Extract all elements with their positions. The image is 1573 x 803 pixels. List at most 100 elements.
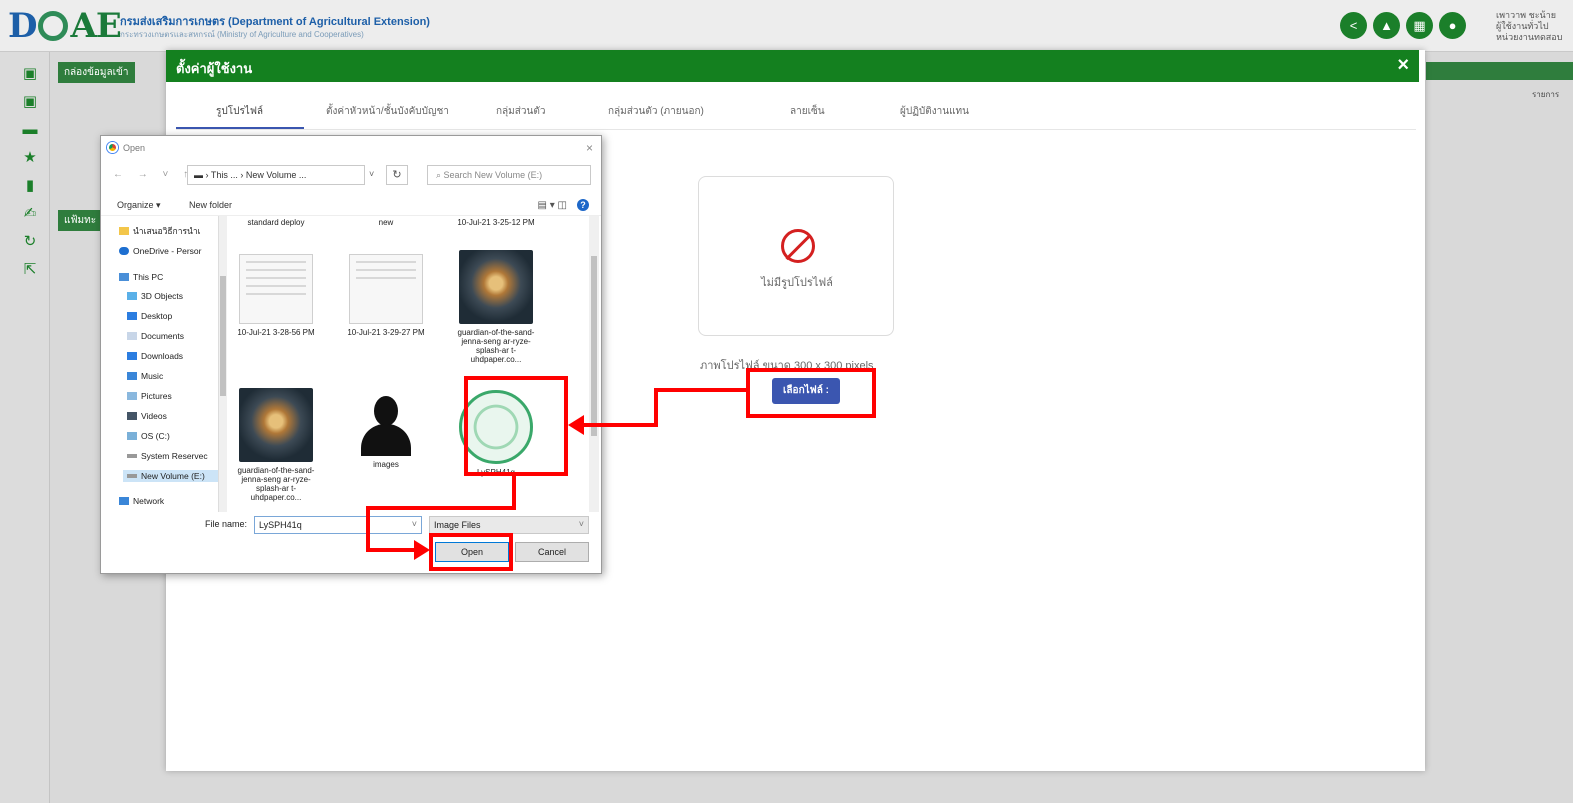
nav-item-this-pc[interactable]: This PC [119,272,163,282]
top-header: D AE กรมส่งเสริมการเกษตร (Department of A… [0,0,1573,52]
music-icon [127,372,137,380]
inbox-icon[interactable]: ▣ [22,66,38,82]
nav-item-music[interactable]: Music [127,371,163,381]
nav-item-pictures[interactable]: Pictures [127,391,172,401]
document-icon [127,332,137,340]
right-column-label: รายการ [1532,90,1560,99]
highlight-open-button [429,533,513,571]
annotation-arrow [366,506,370,552]
tab-external-groups[interactable]: กลุ่มส่วนตัว (ภายนอก) [608,104,704,119]
cancel-button[interactable]: Cancel [515,542,589,562]
file-item-top[interactable]: new [341,218,431,227]
highlight-selected-file [464,376,568,476]
doae-logo: D AE [8,6,122,46]
nav-item-desktop[interactable]: Desktop [127,311,172,321]
nav-item-new-volume[interactable]: New Volume (E:) [123,470,219,482]
annotation-arrow [654,388,748,392]
folder-tab[interactable]: แฟ้มทะ [58,210,103,231]
bell-icon[interactable]: ▲ [1373,12,1400,39]
cube-icon [127,292,137,300]
nav-item-os-c[interactable]: OS (C:) [127,431,170,441]
folder-icon[interactable]: ▬ [22,122,38,138]
tab-profile-picture[interactable]: รูปโปรไฟล์ [216,104,263,119]
share-icon[interactable]: < [1340,12,1367,39]
nav-item-3d-objects[interactable]: 3D Objects [127,291,183,301]
outbox-icon[interactable]: ▣ [22,94,38,110]
chrome-icon [107,142,118,153]
drive-icon [127,454,137,458]
file-item-top[interactable]: standard deploy [231,218,321,227]
file-name-field[interactable]: LySPH41q ˅ [254,516,422,534]
cloud-icon [119,247,129,255]
highlight-choose-file [746,368,876,418]
left-sidebar: ▣ ▣ ▬ ★ ▮ ✍ ↻ ⇱ [0,52,50,803]
annotation-arrow [582,423,658,427]
tab-delegate[interactable]: ผู้ปฏิบัติงานแทน [900,104,969,119]
nav-item-network[interactable]: Network [119,496,164,506]
nav-item-folder[interactable]: นำเสนอวิธีการนำเ [119,224,201,238]
organize-menu[interactable]: Organize ▾ [117,200,161,211]
desktop-icon [127,312,137,320]
nav-item-downloads[interactable]: Downloads [127,351,183,361]
nav-item-documents[interactable]: Documents [127,331,184,341]
file-item[interactable]: guardian-of-the-sand-jenna-seng ar-ryze-… [231,388,321,502]
nav-arrows[interactable]: ← → ˅ ↑ [113,169,194,180]
view-options-icon[interactable]: ▤ ▾ ◫ [538,200,567,211]
new-folder-button[interactable]: New folder [189,200,232,210]
dialog-toolbar: Organize ▾ New folder ▤ ▾ ◫ ? [101,196,601,216]
modal-header: ตั้งค่าผู้ใช้งาน × [166,50,1419,82]
no-image-icon [781,229,815,263]
chevron-down-icon: ˅ [578,519,584,529]
org-name-en: กระทรวงเกษตรและสหกรณ์ (Ministry of Agric… [120,30,364,39]
settings-tabs: รูปโปรไฟล์ ตั้งค่าหัวหน้า/ชั้นบังคับบัญช… [176,94,1416,130]
help-icon[interactable]: ? [577,199,589,211]
file-type-select[interactable]: Image Files ˅ [429,516,589,534]
address-bar[interactable]: ▬ › This ... › New Volume ... [187,165,365,185]
user-info[interactable]: เพาวาพ ชะน้าย ผู้ใช้งานทั่วไป หน่วยงานทด… [1496,10,1562,43]
apps-icon[interactable]: ▦ [1406,12,1433,39]
annotation-arrow [366,506,516,510]
star-icon[interactable]: ★ [22,150,38,166]
arrow-head-icon [568,415,584,435]
drive-icon [127,474,137,478]
modal-close-icon[interactable]: × [1397,54,1409,77]
nav-scrollbar[interactable] [218,216,227,512]
dialog-close-icon[interactable]: × [586,141,593,155]
file-thumbnail [239,254,313,324]
file-item[interactable]: guardian-of-the-sand-jenna-seng ar-ryze-… [451,250,541,364]
nav-item-system-reserved[interactable]: System Reservec [127,451,208,461]
right-header-strip [1426,62,1573,80]
inbox-tab[interactable]: กล่องข้อมูลเข้า [58,62,135,83]
file-item[interactable]: 10-Jul-21 3-29-27 PM [341,254,431,337]
tab-signature[interactable]: ลายเซ็น [790,104,825,119]
file-item[interactable]: 10-Jul-21 3-28-56 PM [231,254,321,337]
file-thumbnail [239,388,313,462]
person-silhouette-icon [357,394,415,456]
profile-picture-box: ไม่มีรูปโปรไฟล์ [698,176,894,336]
file-thumbnail [349,254,423,324]
search-input[interactable]: ⌕ Search New Volume (E:) [427,165,591,185]
user-icon[interactable]: ● [1439,12,1466,39]
address-chevron-icon[interactable]: ˅ [369,169,374,179]
arrow-head-icon [414,540,430,560]
file-item-top[interactable]: 10-Jul-21 3-25-12 PM [451,218,541,227]
external-link-icon[interactable]: ⇱ [22,262,38,278]
chevron-down-icon[interactable]: ˅ [412,519,417,529]
nav-item-onedrive[interactable]: OneDrive - Persor [119,246,202,256]
network-icon [119,497,129,505]
file-thumbnail [459,250,533,324]
dialog-title: Open [123,142,146,153]
nav-item-videos[interactable]: Videos [127,411,167,421]
annotation-arrow [512,475,516,509]
dialog-title-bar: Open [107,142,145,153]
file-list-scrollbar[interactable] [589,216,599,512]
tab-supervisor-settings[interactable]: ตั้งค่าหัวหน้า/ชั้นบังคับบัญชา [326,104,449,119]
file-item[interactable]: images [341,388,431,469]
tab-personal-groups[interactable]: กลุ่มส่วนตัว [496,104,545,119]
active-tab-indicator [176,127,304,129]
sign-icon[interactable]: ✍ [22,206,38,222]
refresh-icon[interactable]: ↻ [22,234,38,250]
refresh-icon[interactable]: ↻ [386,165,408,185]
navigation-pane: นำเสนอวิธีการนำเ OneDrive - Persor This … [101,216,219,512]
trash-icon[interactable]: ▮ [22,178,38,194]
